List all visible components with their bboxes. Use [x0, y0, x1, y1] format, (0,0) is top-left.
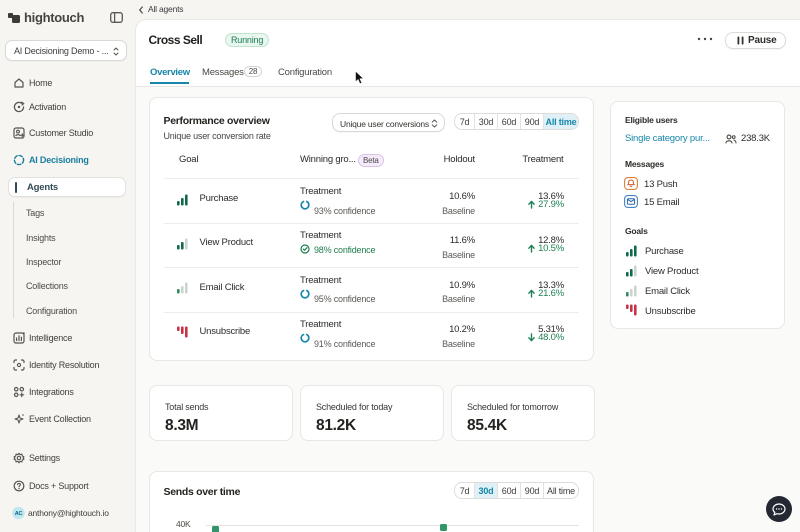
- svg-text:AC: AC: [15, 511, 23, 517]
